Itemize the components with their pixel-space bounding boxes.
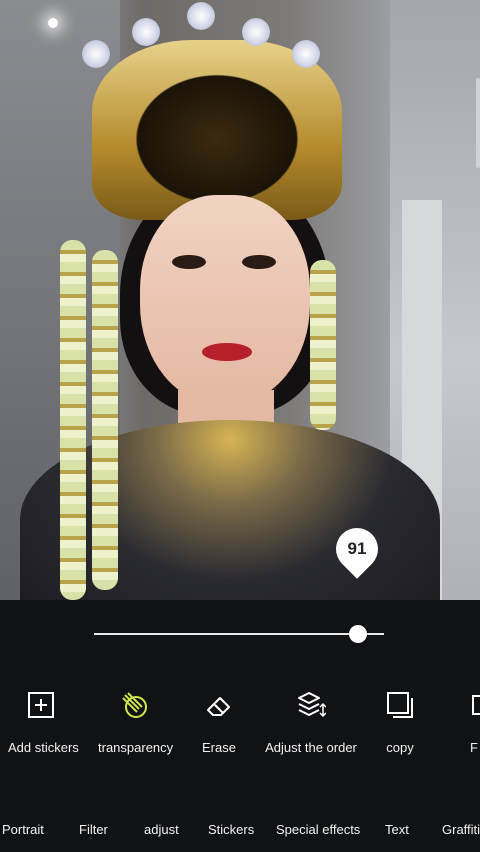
tab-stickers[interactable]: Stickers [208,822,254,837]
tool-label: copy [386,740,414,755]
tool-erase[interactable]: Erase [198,690,240,755]
tool-adjust-order[interactable]: Adjust the order [264,690,358,755]
tool-label: transparency [98,740,174,755]
value-badge-text: 91 [347,539,367,558]
jasmine-garland-left-2 [92,250,118,590]
tab-portrait[interactable]: Portrait [2,822,44,837]
transparency-slider[interactable] [94,633,384,635]
portrait-subject [0,0,480,600]
tool-row: Add stickers transparency Erase Adjust t… [0,690,480,760]
transparency-icon [119,690,149,720]
tool-add-stickers[interactable]: Add stickers [8,690,79,755]
layers-order-icon [296,690,327,720]
photo-canvas[interactable] [0,0,480,600]
eraser-icon [204,690,234,720]
tool-transparency[interactable]: transparency [98,690,174,755]
jasmine-garland-left [60,240,86,600]
partial-icon [470,690,480,720]
tab-adjust[interactable]: adjust [144,822,179,837]
tool-copy[interactable]: copy [384,690,416,755]
tab-text[interactable]: Text [385,822,409,837]
crown-headdress [82,2,342,220]
tool-label: Erase [202,740,236,755]
tool-label: F [470,740,478,755]
category-tabs: Portrait Filter adjust Stickers Special … [0,822,480,842]
transparency-slider-handle[interactable] [348,625,367,643]
subject-face [140,195,310,405]
jasmine-garland-right [310,260,336,430]
tab-special-effects[interactable]: Special effects [276,822,360,837]
add-sticker-icon [26,690,56,720]
tool-partial[interactable]: F [470,690,480,755]
scroll-indicator [476,78,480,168]
copy-icon [385,690,415,720]
tab-graffiti[interactable]: Graffiti [442,822,480,837]
tool-label: Adjust the order [265,740,357,755]
tool-label: Add stickers [8,740,79,755]
tab-filter[interactable]: Filter [79,822,108,837]
